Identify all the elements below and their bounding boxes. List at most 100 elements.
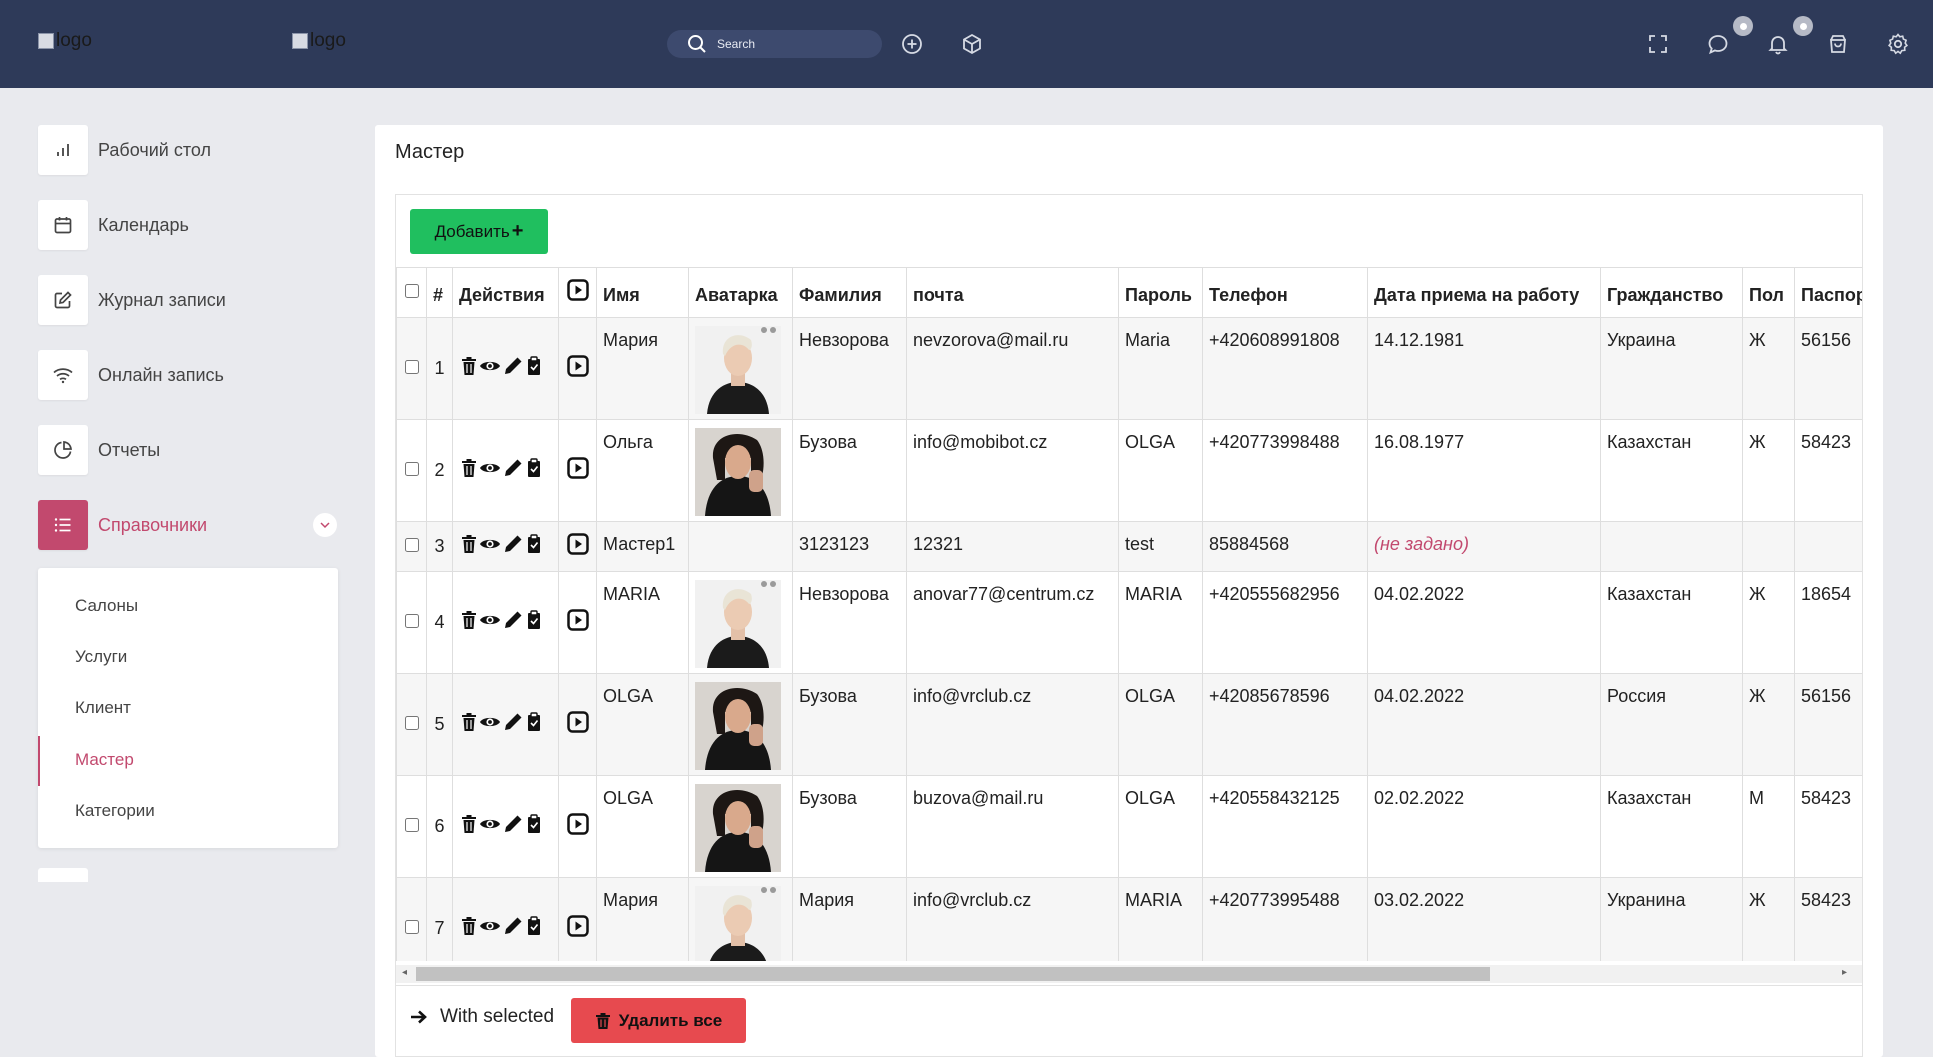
col-header-avatar: Аватарка	[688, 267, 793, 318]
edit-icon[interactable]	[503, 458, 523, 483]
sidebar-item-calendar[interactable]: Календарь	[38, 199, 338, 251]
edit-icon[interactable]	[503, 534, 523, 559]
col-header-password[interactable]: Пароль	[1118, 267, 1203, 318]
cell-passport: 58423	[1794, 775, 1862, 878]
play-square-icon[interactable]	[566, 609, 589, 635]
clipboard-check-icon[interactable]	[525, 814, 543, 839]
delete-icon[interactable]	[461, 712, 477, 737]
row-checkbox[interactable]	[404, 360, 419, 374]
row-checkbox[interactable]	[404, 716, 419, 730]
col-header-hire-date[interactable]: Дата приема на работу	[1367, 267, 1601, 318]
clipboard-check-icon[interactable]	[525, 458, 543, 483]
col-header-passport[interactable]: Паспорт	[1794, 267, 1862, 318]
delete-icon[interactable]	[461, 814, 477, 839]
bell-icon[interactable]	[1766, 32, 1790, 56]
sidebar-item-online-booking[interactable]: Онлайн запись	[38, 349, 338, 401]
delete-icon[interactable]	[461, 458, 477, 483]
clipboard-check-icon[interactable]	[525, 356, 543, 381]
bell-badge	[1793, 16, 1813, 36]
submenu-item-client[interactable]: Клиент	[75, 698, 131, 718]
play-square-icon[interactable]	[566, 457, 589, 483]
view-icon[interactable]	[479, 358, 501, 379]
search-box[interactable]	[667, 30, 882, 58]
masters-table: # Действия Имя Аватарка Фамилия почта Па…	[396, 267, 1862, 961]
cell-password: OLGA	[1118, 419, 1203, 522]
delete-icon[interactable]	[461, 610, 477, 635]
play-square-icon[interactable]	[566, 355, 589, 381]
clipboard-check-icon[interactable]	[525, 534, 543, 559]
row-play-cell	[558, 877, 597, 961]
view-icon[interactable]	[479, 612, 501, 633]
cell-phone: +420608991808	[1202, 317, 1368, 420]
submenu-item-master[interactable]: Мастер	[75, 750, 134, 770]
row-number: 1	[426, 317, 453, 420]
logo[interactable]: logo	[38, 30, 92, 52]
col-header-sex[interactable]: Пол	[1742, 267, 1795, 318]
submenu-item-services[interactable]: Услуги	[75, 647, 127, 667]
edit-icon[interactable]	[503, 356, 523, 381]
submenu-item-salons[interactable]: Салоны	[75, 596, 138, 616]
cell-email: 12321	[906, 521, 1119, 572]
logo-secondary[interactable]: logo	[292, 30, 346, 52]
search-input[interactable]	[717, 37, 867, 51]
play-square-icon[interactable]	[566, 813, 589, 839]
fullscreen-icon[interactable]	[1646, 32, 1670, 56]
view-icon[interactable]	[479, 536, 501, 557]
scroll-right-icon[interactable]: ▸	[1842, 967, 1847, 978]
play-square-icon[interactable]	[566, 915, 589, 941]
view-icon[interactable]	[479, 460, 501, 481]
cell-citizenship	[1600, 521, 1743, 572]
col-header-surname[interactable]: Фамилия	[792, 267, 907, 318]
cell-hire-date: 02.02.2022	[1367, 775, 1601, 878]
chevron-down-icon[interactable]	[313, 513, 337, 537]
search-icon	[688, 35, 706, 53]
col-header-citizenship[interactable]: Гражданство	[1600, 267, 1743, 318]
clipboard-check-icon[interactable]	[525, 916, 543, 941]
view-icon[interactable]	[479, 816, 501, 837]
col-header-name[interactable]: Имя	[596, 267, 689, 318]
scroll-left-icon[interactable]: ◂	[402, 967, 407, 978]
cell-phone: +420558432125	[1202, 775, 1368, 878]
row-checkbox[interactable]	[404, 462, 419, 476]
play-square-icon[interactable]	[566, 533, 589, 559]
avatar-image	[695, 580, 781, 672]
horizontal-scrollbar[interactable]: ◂ ▸	[396, 965, 1862, 983]
col-header-email[interactable]: почта	[906, 267, 1119, 318]
add-circle-icon[interactable]	[900, 32, 924, 56]
col-header-phone[interactable]: Телефон	[1202, 267, 1368, 318]
table-scroll-area[interactable]: # Действия Имя Аватарка Фамилия почта Па…	[396, 267, 1862, 961]
edit-icon[interactable]	[503, 712, 523, 737]
edit-icon[interactable]	[503, 610, 523, 635]
delete-icon[interactable]	[461, 356, 477, 381]
row-checkbox[interactable]	[404, 538, 419, 552]
clipboard-check-icon[interactable]	[525, 610, 543, 635]
sidebar-item-journal[interactable]: Журнал записи	[38, 274, 338, 326]
row-number: 5	[426, 673, 453, 776]
view-icon[interactable]	[479, 714, 501, 735]
sidebar-item-reports[interactable]: Отчеты	[38, 424, 338, 476]
delete-all-button[interactable]: Удалить все	[571, 998, 746, 1043]
row-checkbox[interactable]	[404, 614, 419, 628]
bulk-actions-row: With selected Удалить все	[396, 985, 1862, 1057]
add-button[interactable]: Добавить +	[410, 209, 548, 254]
play-square-icon[interactable]	[566, 711, 589, 737]
row-checkbox[interactable]	[404, 818, 419, 832]
sidebar-item-directories[interactable]: Справочники	[38, 499, 338, 551]
sidebar-item-dashboard[interactable]: Рабочий стол	[38, 124, 338, 176]
edit-icon[interactable]	[503, 916, 523, 941]
submenu-item-categories[interactable]: Категории	[75, 801, 155, 821]
shopping-bag-icon[interactable]	[1826, 32, 1850, 56]
cube-icon[interactable]	[960, 32, 984, 56]
settings-icon[interactable]	[1886, 32, 1910, 56]
select-all-checkbox[interactable]	[404, 284, 419, 298]
row-checkbox[interactable]	[404, 920, 419, 934]
delete-icon[interactable]	[461, 534, 477, 559]
clipboard-check-icon[interactable]	[525, 712, 543, 737]
chat-icon[interactable]	[1706, 32, 1730, 56]
table-header-row: # Действия Имя Аватарка Фамилия почта Па…	[396, 267, 1862, 318]
view-icon[interactable]	[479, 918, 501, 939]
delete-icon[interactable]	[461, 916, 477, 941]
plus-icon: +	[511, 220, 524, 242]
edit-icon[interactable]	[503, 814, 523, 839]
scrollbar-thumb[interactable]	[416, 967, 1490, 981]
